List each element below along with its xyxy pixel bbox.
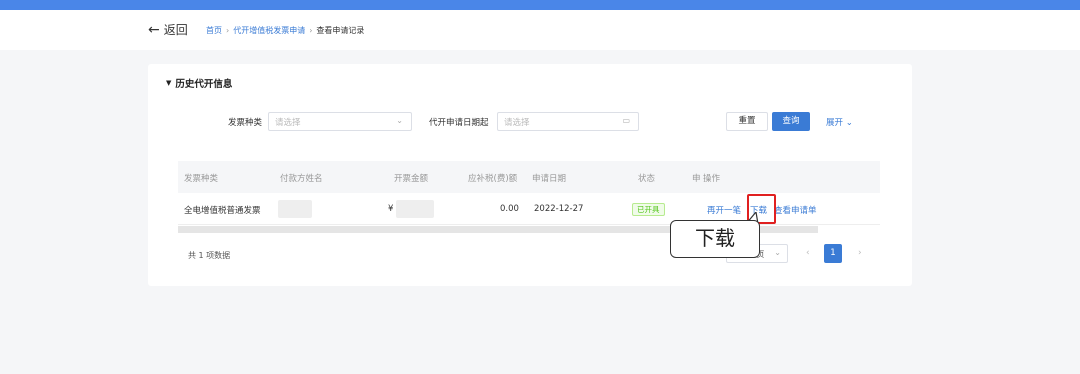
col-amount: 开票金额 bbox=[394, 174, 429, 184]
chevron-down-icon: ⌄ bbox=[396, 116, 403, 125]
total-count: 共 1 项数据 bbox=[188, 251, 231, 260]
apply-date-label: 代开申请日期起 bbox=[429, 118, 489, 128]
section-title[interactable]: ▼ 历史代开信息 bbox=[166, 76, 232, 90]
breadcrumb-current: 查看申请记录 bbox=[316, 26, 365, 35]
calendar-icon: ▭ bbox=[622, 116, 630, 125]
cell-date: 2022-12-27 bbox=[534, 204, 584, 214]
col-date: 申请日期 bbox=[532, 174, 567, 184]
status-badge: 已开具 bbox=[632, 203, 665, 216]
chevron-down-icon: ⌄ bbox=[774, 248, 781, 257]
reset-button[interactable]: 重置 bbox=[726, 112, 768, 131]
caret-down-icon: ▼ bbox=[166, 79, 172, 87]
section-title-label: 历史代开信息 bbox=[175, 79, 233, 90]
apply-date-placeholder: 请选择 bbox=[504, 118, 530, 128]
page-header: ← 返回 首页 › 代开增值税发票申请 › 查看申请记录 bbox=[0, 10, 1080, 50]
col-payer-name: 付款方姓名 bbox=[280, 174, 323, 184]
invoice-type-placeholder: 请选择 bbox=[275, 118, 301, 128]
cell-invoice-type: 全电增值税普通发票 bbox=[184, 206, 261, 216]
chevron-right-icon: › bbox=[309, 26, 313, 35]
redacted-payer-name bbox=[278, 200, 312, 218]
reissue-link[interactable]: 再开一笔 bbox=[707, 204, 741, 216]
download-callout: 下载 bbox=[670, 220, 760, 258]
apply-date-picker[interactable]: 请选择 ▭ bbox=[497, 112, 639, 131]
cell-tax: 0.00 bbox=[500, 204, 519, 214]
query-button[interactable]: 查询 bbox=[772, 112, 810, 131]
prev-page-button[interactable]: ‹ bbox=[806, 248, 810, 258]
invoice-type-select[interactable]: 请选择 ⌄ bbox=[268, 112, 412, 131]
top-bar bbox=[0, 0, 1080, 10]
page-1-button[interactable]: 1 bbox=[824, 244, 842, 263]
col-invoice-type: 发票种类 bbox=[184, 174, 219, 184]
breadcrumb-invoice-apply[interactable]: 代开增值税发票申请 bbox=[233, 25, 305, 36]
col-status: 状态 bbox=[638, 174, 656, 184]
arrow-left-icon: ← bbox=[148, 22, 160, 38]
redacted-amount bbox=[396, 200, 434, 218]
next-page-button[interactable]: › bbox=[858, 248, 862, 258]
back-label: 返回 bbox=[163, 23, 188, 37]
breadcrumb: 首页 › 代开增值税发票申请 › 查看申请记录 bbox=[206, 25, 364, 36]
history-card: ▼ 历史代开信息 发票种类 请选择 ⌄ 代开申请日期起 请选择 ▭ 重置 查询 … bbox=[148, 64, 912, 286]
table-header: 发票种类 付款方姓名 开票金额 应补税(费)额 申请日期 状态 申 操作 bbox=[178, 161, 880, 193]
col-tax: 应补税(费)额 bbox=[468, 174, 518, 184]
view-application-link[interactable]: 查看申请单 bbox=[774, 204, 817, 216]
cell-amount-prefix: ¥ bbox=[388, 204, 394, 214]
col-applicant-truncated: 申 bbox=[692, 174, 701, 184]
breadcrumb-home[interactable]: 首页 bbox=[206, 25, 222, 36]
col-actions: 操作 bbox=[703, 174, 721, 184]
back-button[interactable]: ← 返回 bbox=[148, 22, 188, 38]
invoice-type-label: 发票种类 bbox=[228, 118, 263, 128]
chevron-right-icon: › bbox=[226, 26, 230, 35]
expand-link[interactable]: 展开 ⌄ bbox=[826, 116, 853, 128]
